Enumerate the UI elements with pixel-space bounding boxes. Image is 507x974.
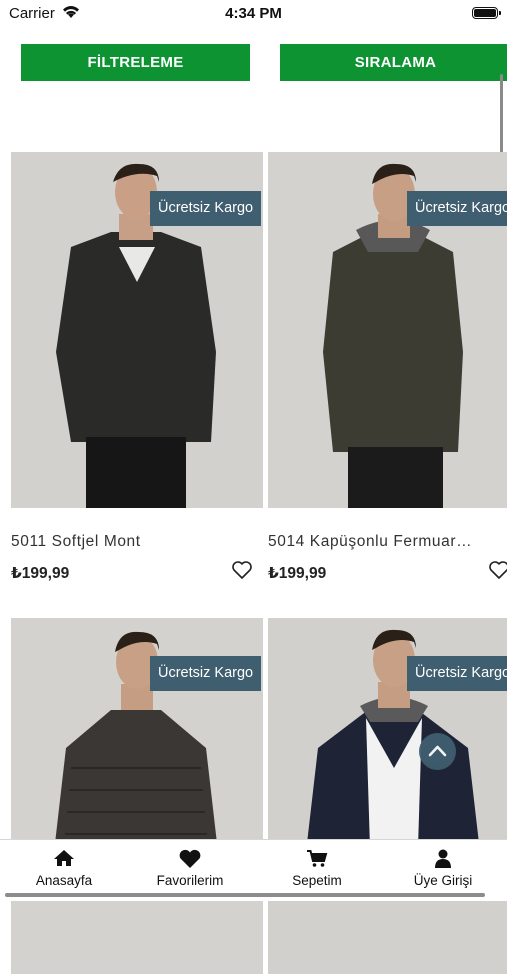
heart-icon	[178, 849, 202, 874]
tab-label: Üye Girişi	[413, 873, 473, 888]
filter-button[interactable]: FİLTRELEME	[21, 44, 250, 81]
user-icon	[434, 849, 452, 874]
sort-button[interactable]: SIRALAMA	[280, 44, 507, 81]
product-price: ₺199,99	[11, 565, 70, 582]
tab-home[interactable]: Anasayfa	[1, 840, 127, 894]
favorite-heart-icon[interactable]	[231, 560, 253, 580]
tab-cart[interactable]: Sepetim	[254, 840, 380, 894]
free-shipping-badge: Ücretsiz Kargo	[407, 191, 507, 226]
favorite-heart-icon[interactable]	[488, 560, 507, 580]
status-time: 4:34 PM	[225, 5, 282, 22]
home-indicator	[5, 893, 485, 897]
tab-bar: Anasayfa Favorilerim Sepetim Üye Girişi	[0, 839, 507, 901]
free-shipping-badge: Ücretsiz Kargo	[150, 656, 262, 691]
free-shipping-badge: Ücretsiz Kargo	[407, 656, 507, 691]
product-name[interactable]: 5014 Kapüşonlu Fermuar…	[268, 533, 472, 551]
tab-label: Anasayfa	[35, 873, 93, 888]
product-price: ₺199,99	[268, 565, 327, 582]
tab-account[interactable]: Üye Girişi	[380, 840, 506, 894]
free-shipping-badge: Ücretsiz Kargo	[150, 191, 262, 226]
tab-label: Sepetim	[292, 873, 342, 888]
battery-icon	[472, 7, 501, 19]
cart-icon	[306, 849, 328, 873]
tab-favorites[interactable]: Favorilerim	[127, 840, 253, 894]
tab-label: Favorilerim	[156, 873, 224, 888]
product-name[interactable]: 5011 Softjel Mont	[11, 533, 141, 551]
scroll-to-top-button[interactable]	[419, 733, 456, 770]
status-bar: Carrier 4:34 PM	[0, 0, 507, 30]
home-icon	[53, 849, 75, 872]
